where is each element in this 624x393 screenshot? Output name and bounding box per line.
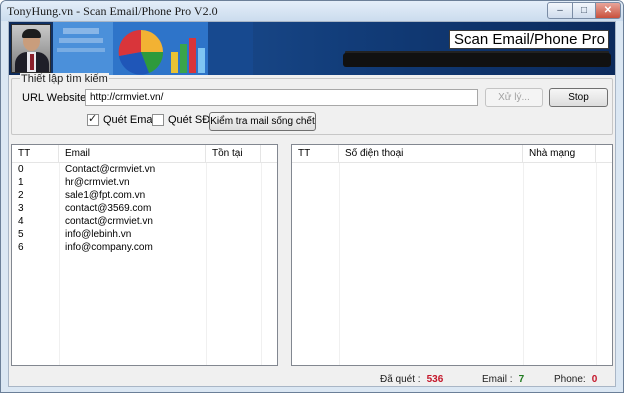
chart-graphic-icon [53, 22, 253, 75]
app-window: TonyHung.vn - Scan Email/Phone Pro V2.0 … [0, 0, 624, 393]
client-area: Scan Email/Phone Pro Thiết lập tìm kiếm … [8, 21, 616, 387]
row-tt: 2 [18, 190, 24, 201]
group-title: Thiết lập tìm kiếm [20, 73, 109, 85]
table-row[interactable]: 2 sale1@fpt.com.vn [12, 189, 277, 202]
scanned-value: 536 [426, 374, 444, 385]
email-count-label: Email : [482, 374, 513, 385]
table-row[interactable]: 1 hr@crmviet.vn [12, 176, 277, 189]
row-email: contact@3569.com [65, 203, 152, 214]
url-label: URL Website : [22, 92, 93, 104]
phone-count-value: 0 [591, 374, 598, 385]
column-header-phone[interactable]: Số điện thoại [339, 145, 523, 163]
table-row[interactable]: 0 Contact@crmviet.vn [12, 163, 277, 176]
row-email: Contact@crmviet.vn [65, 164, 156, 175]
row-tt: 3 [18, 203, 24, 214]
phone-count: Phone: 0 [554, 374, 597, 385]
row-tt: 0 [18, 164, 24, 175]
checkmark-icon: ✓ [88, 113, 98, 125]
scan-email-checkbox[interactable]: ✓ [87, 113, 99, 126]
email-table-header: TT Email Tồn tại [12, 145, 277, 163]
maximize-button[interactable]: □ [572, 2, 596, 19]
scan-email-label[interactable]: Quét Email [103, 114, 157, 126]
app-name-label: Scan Email/Phone Pro [449, 30, 609, 49]
header-banner: Scan Email/Phone Pro [9, 22, 615, 75]
row-email: contact@crmviet.vn [65, 216, 153, 227]
check-mail-button[interactable]: Kiểm tra mail sống chết [209, 112, 316, 131]
close-button[interactable]: ✕ [595, 2, 621, 19]
column-header-tt[interactable]: TT [292, 145, 339, 163]
url-input[interactable] [85, 89, 478, 106]
phone-count-label: Phone: [554, 374, 586, 385]
row-email: info@lebinh.vn [65, 229, 132, 240]
column-header-email[interactable]: Email [59, 145, 206, 163]
column-header-carrier[interactable]: Nhà mạng [523, 145, 596, 163]
email-count: Email : 7 [482, 374, 524, 385]
phone-table[interactable]: TT Số điện thoại Nhà mạng [291, 144, 613, 366]
minimize-button[interactable]: – [547, 2, 573, 19]
scan-phone-checkbox[interactable] [152, 114, 164, 126]
stop-button[interactable]: Stop [549, 88, 608, 107]
table-row[interactable]: 4 contact@crmviet.vn [12, 215, 277, 228]
column-header-exists[interactable]: Tồn tại [206, 145, 261, 163]
column-header-tt[interactable]: TT [12, 145, 59, 163]
redacted-text [343, 53, 611, 67]
table-row[interactable]: 5 info@lebinh.vn [12, 228, 277, 241]
scanned-count: Đã quét : 536 [380, 374, 443, 385]
row-tt: 1 [18, 177, 24, 188]
email-count-value: 7 [518, 374, 525, 385]
avatar [11, 24, 51, 73]
row-email: info@company.com [65, 242, 153, 253]
row-email: hr@crmviet.vn [65, 177, 130, 188]
process-button[interactable]: Xử lý... [485, 88, 543, 107]
table-row[interactable]: 6 info@company.com [12, 241, 277, 254]
row-email: sale1@fpt.com.vn [65, 190, 146, 201]
phone-table-header: TT Số điện thoại Nhà mạng [292, 145, 612, 163]
table-row[interactable]: 3 contact@3569.com [12, 202, 277, 215]
row-tt: 6 [18, 242, 24, 253]
search-settings-group: Thiết lập tìm kiếm URL Website : Xử lý..… [11, 73, 613, 135]
title-bar[interactable]: TonyHung.vn - Scan Email/Phone Pro V2.0 … [1, 1, 623, 21]
scanned-label: Đã quét : [380, 374, 421, 385]
email-table[interactable]: TT Email Tồn tại 0 Contact@crmviet.vn 1 hr@… [11, 144, 278, 366]
window-title: TonyHung.vn - Scan Email/Phone Pro V2.0 [7, 4, 218, 18]
email-rows: 0 Contact@crmviet.vn 1 hr@crmviet.vn 2 sale1@… [12, 163, 277, 254]
row-tt: 5 [18, 229, 24, 240]
row-tt: 4 [18, 216, 24, 227]
